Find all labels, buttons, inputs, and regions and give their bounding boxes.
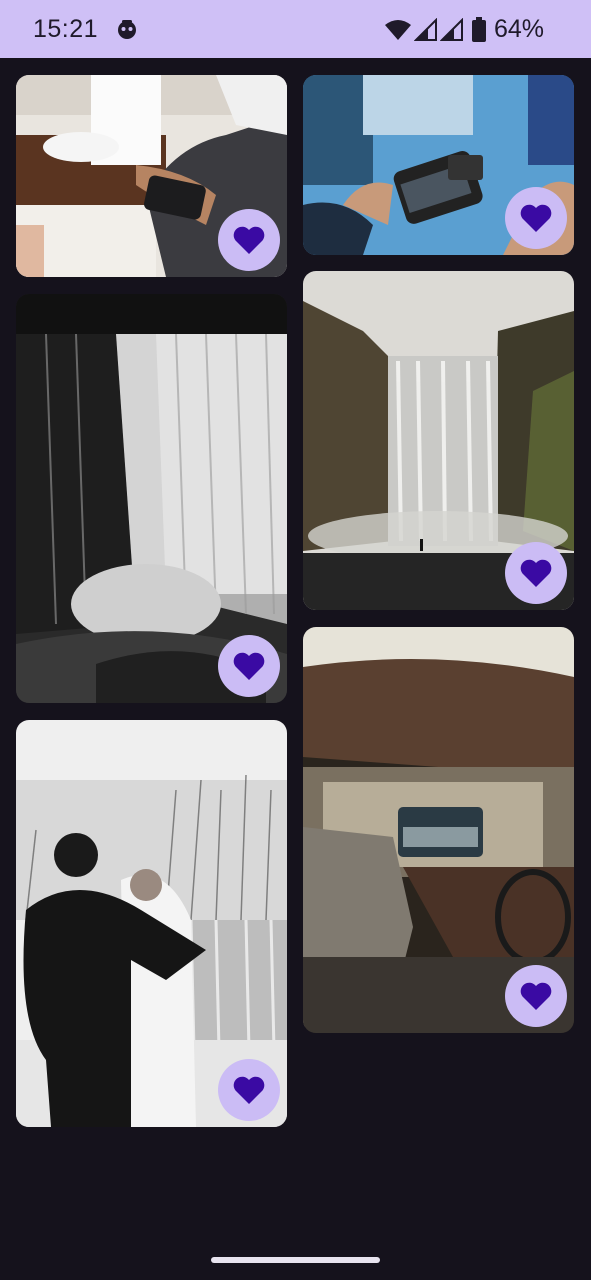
heart-icon (233, 1076, 265, 1104)
heart-icon (520, 559, 552, 587)
gesture-nav-handle[interactable] (211, 1257, 380, 1263)
heart-icon (233, 652, 265, 680)
favorite-button[interactable] (505, 965, 567, 1027)
status-bar: 15:21 64% (0, 0, 591, 58)
favorite-button[interactable] (218, 209, 280, 271)
photo-card-car[interactable] (303, 627, 574, 1033)
battery-icon (472, 17, 486, 42)
favorite-button[interactable] (505, 187, 567, 249)
photo-card-gimbal[interactable] (303, 75, 574, 255)
signal-icon (414, 18, 437, 41)
photo-card-waterfall[interactable] (303, 271, 574, 610)
favorite-button[interactable] (218, 1059, 280, 1121)
signal-icon (440, 18, 463, 41)
heart-icon (520, 982, 552, 1010)
face-icon (118, 20, 136, 39)
photo-card-couple[interactable] (16, 720, 287, 1127)
status-time: 15:21 (33, 15, 99, 43)
heart-icon (520, 204, 552, 232)
battery-percent: 64% (494, 15, 545, 43)
favorite-button[interactable] (218, 635, 280, 697)
heart-icon (233, 226, 265, 254)
favorite-button[interactable] (505, 542, 567, 604)
wifi-icon (385, 20, 411, 40)
photo-card-gamepad[interactable] (16, 75, 287, 277)
photo-card-curtains[interactable] (16, 294, 287, 703)
